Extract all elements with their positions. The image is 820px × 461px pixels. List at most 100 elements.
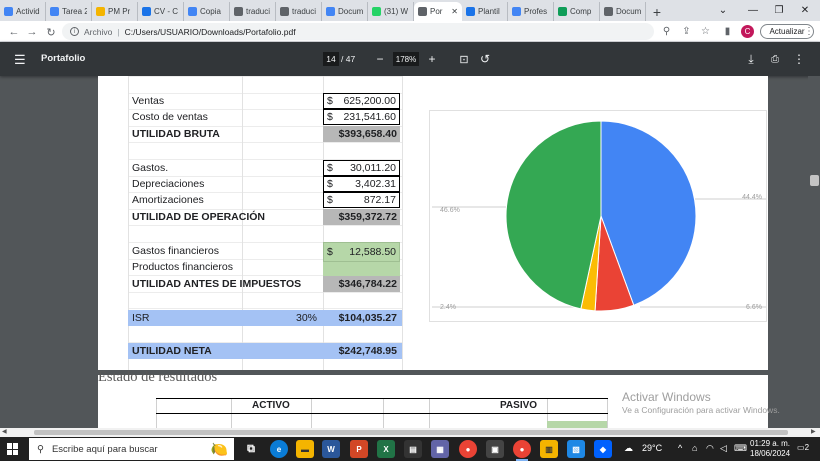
- browser-tab[interactable]: Docum: [322, 2, 368, 21]
- address-bar[interactable]: i Archivo | C:/Users/USUARIO/Downloads/P…: [62, 23, 654, 40]
- browser-tab[interactable]: traduci: [276, 2, 322, 21]
- sheets-icon[interactable]: ▥: [540, 440, 558, 458]
- tab-label: Plantil: [478, 7, 500, 16]
- hamburger-menu-icon[interactable]: ☰: [14, 52, 26, 68]
- back-icon[interactable]: ←: [5, 23, 23, 41]
- taskbar-search[interactable]: ⚲ Escribe aquí para buscar 🍋: [29, 438, 234, 460]
- reload-icon[interactable]: ↻: [42, 23, 60, 41]
- horizontal-scroll-thumb[interactable]: [34, 430, 788, 435]
- taskbar-clock[interactable]: 01:29 a. m. 18/06/2024: [750, 439, 790, 459]
- bookmark-star-icon[interactable]: ☆: [698, 24, 713, 39]
- powerpoint-icon[interactable]: P: [350, 440, 368, 458]
- store-icon[interactable]: ▦: [431, 440, 449, 458]
- scroll-right-icon[interactable]: ▶: [811, 428, 816, 435]
- language-icon[interactable]: ⌨: [734, 443, 747, 454]
- browser-tab[interactable]: Copia: [184, 2, 230, 21]
- excel-icon[interactable]: X: [377, 440, 395, 458]
- label-gastos: Gastos.: [132, 162, 169, 174]
- zoom-in-button[interactable]: +: [424, 51, 440, 67]
- file-explorer-icon[interactable]: ▬: [296, 440, 314, 458]
- windows-start-icon[interactable]: [7, 443, 19, 455]
- browser-tab[interactable]: PM Pr: [92, 2, 138, 21]
- profile-avatar[interactable]: C: [741, 25, 754, 38]
- task-view-icon[interactable]: ⧉: [242, 440, 260, 458]
- vertical-scroll-thumb[interactable]: [810, 175, 819, 186]
- tab-close-icon[interactable]: ✕: [451, 7, 458, 16]
- tab-label: (31) W: [384, 7, 408, 16]
- tab-favicon-icon: [512, 7, 521, 16]
- tab-label: Comp: [570, 7, 592, 16]
- horizontal-scrollbar[interactable]: ◀ ▶: [0, 428, 820, 437]
- pie-label: 6.6%: [746, 304, 762, 311]
- browser-tab[interactable]: Por ✕: [414, 2, 462, 21]
- activo-header: ACTIVO: [252, 400, 290, 411]
- label-isr: ISR: [132, 312, 150, 324]
- volume-icon[interactable]: ◁: [720, 443, 727, 454]
- zoom-icon[interactable]: ⚲: [659, 24, 674, 39]
- browser-tab[interactable]: (31) W: [368, 2, 414, 21]
- info-icon[interactable]: i: [70, 27, 79, 36]
- value-amortizaciones: $872.17: [323, 192, 400, 208]
- side-panel-icon[interactable]: ▮: [720, 24, 735, 39]
- wifi-icon[interactable]: ◠: [706, 443, 714, 454]
- edge-icon[interactable]: e: [270, 440, 288, 458]
- rotate-icon[interactable]: ↺: [477, 51, 493, 67]
- value-gastos-financieros: $12,588.50: [323, 242, 400, 262]
- pie-label: 2.4%: [440, 304, 456, 311]
- browser-tab[interactable]: Plantil: [462, 2, 508, 21]
- tab-label: Docum: [616, 7, 641, 16]
- new-tab-button[interactable]: +: [646, 2, 668, 21]
- browser-tab[interactable]: Tarea 2: [46, 2, 92, 21]
- close-window-button[interactable]: ✕: [790, 0, 820, 21]
- kebab-menu-icon[interactable]: ⋮: [803, 24, 815, 39]
- label-utilidad-neta: UTILIDAD NETA: [132, 345, 212, 357]
- browser-tab[interactable]: Comp: [554, 2, 600, 21]
- zoom-input[interactable]: 178%: [393, 52, 419, 66]
- scroll-left-icon[interactable]: ◀: [2, 428, 7, 435]
- app-icon-2[interactable]: ▣: [486, 440, 504, 458]
- search-icon: ⚲: [37, 443, 44, 455]
- browser-tab[interactable]: Profes: [508, 2, 554, 21]
- app-icon[interactable]: ▤: [404, 440, 422, 458]
- print-icon[interactable]: ⎙: [767, 51, 783, 67]
- network-icon[interactable]: ⌂: [692, 443, 697, 453]
- tab-search-icon[interactable]: ⌄: [708, 0, 738, 21]
- pdf-toolbar: ☰ Portafolio 14 / 47 − 178% + ⊡ ↺ ⤓ ⎙ ⋮: [0, 42, 820, 76]
- tab-favicon-icon: [142, 7, 151, 16]
- clock-time: 01:29 a. m.: [750, 439, 791, 448]
- browser-tab[interactable]: CV - C: [138, 2, 184, 21]
- download-icon[interactable]: ⤓: [743, 51, 759, 67]
- browser-tab[interactable]: Activid: [0, 2, 46, 21]
- value-depreciaciones: $3,402.31: [323, 176, 400, 192]
- page-number-input[interactable]: 14: [323, 52, 339, 66]
- isr-rate: 30%: [296, 312, 318, 324]
- tab-strip: Activid Tarea 2 PM Pr CV - C Copia traduci tra…: [0, 0, 820, 21]
- weather-icon[interactable]: ☁: [624, 443, 633, 454]
- pasivo-header: PASIVO: [500, 400, 538, 411]
- label-utilidad-operacion: UTILIDAD DE OPERACIÓN: [132, 211, 266, 223]
- clock-date: 18/06/2024: [750, 449, 791, 458]
- chrome-active-icon[interactable]: ●: [513, 440, 531, 461]
- label-depreciaciones: Depreciaciones: [132, 178, 205, 190]
- weather-temp[interactable]: 29°C: [642, 443, 662, 453]
- word-icon[interactable]: W: [322, 440, 340, 458]
- windows-activation-subtitle: Ve a Configuración para activar Windows.: [622, 405, 780, 415]
- forward-icon[interactable]: →: [23, 23, 41, 41]
- pdf-title: Portafolio: [41, 53, 86, 64]
- fit-page-icon[interactable]: ⊡: [456, 51, 472, 67]
- vertical-scrollbar[interactable]: [808, 76, 820, 428]
- chrome-icon[interactable]: ●: [459, 440, 477, 458]
- taskbar-search-placeholder: Escribe aquí para buscar: [51, 443, 158, 455]
- browser-toolbar: ← → ↻ i Archivo | C:/Users/USUARIO/Downl…: [0, 21, 820, 42]
- tab-favicon-icon: [280, 7, 289, 16]
- tab-label: Activid: [16, 7, 40, 16]
- browser-tab[interactable]: traduci: [230, 2, 276, 21]
- share-icon[interactable]: ⇪: [679, 24, 694, 39]
- app-icon-3[interactable]: ▧: [567, 440, 585, 458]
- app-icon-4[interactable]: ◆: [594, 440, 612, 458]
- pdf-more-icon[interactable]: ⋮: [791, 51, 807, 67]
- browser-tab[interactable]: Docum: [600, 2, 646, 21]
- zoom-out-button[interactable]: −: [372, 51, 388, 67]
- tray-chevron-icon[interactable]: ^: [678, 443, 682, 453]
- notifications-icon[interactable]: ▭2: [797, 443, 809, 452]
